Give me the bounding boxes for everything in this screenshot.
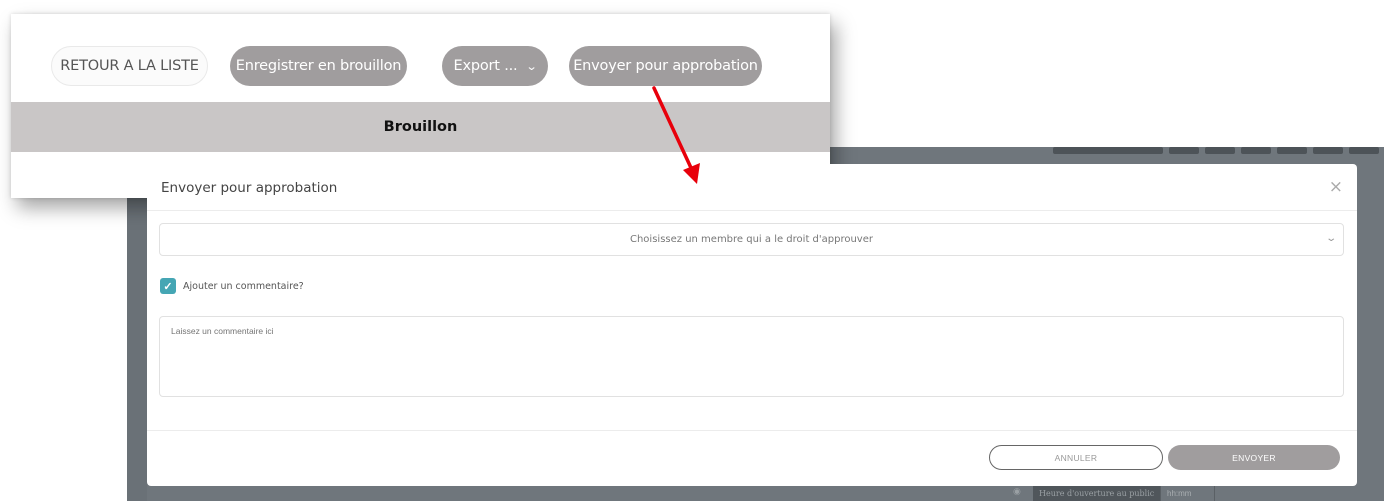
add-comment-toggle[interactable]: ✓ Ajouter un commentaire? [160, 278, 304, 294]
cancel-button[interactable]: ANNULER [989, 445, 1163, 470]
background-toolbar-button [1169, 147, 1199, 154]
send-button[interactable]: ENVOYER [1168, 445, 1340, 470]
screenshot-stage: TE ◉ Heure d'ouverture au public hh:mm R… [0, 0, 1384, 501]
eye-icon: ◉ [1013, 486, 1021, 496]
modal-header-divider [147, 210, 1357, 211]
status-bar: Brouillon [11, 102, 830, 152]
background-toolbar-button [1313, 147, 1343, 154]
background-left-strip [127, 147, 147, 501]
add-comment-checkbox[interactable]: ✓ [160, 278, 176, 294]
chevron-down-icon: ⌄ [526, 60, 538, 73]
add-comment-label: Ajouter un commentaire? [183, 280, 304, 292]
background-toolbar-button [1053, 147, 1163, 154]
comment-textarea[interactable] [159, 316, 1344, 397]
status-label: Brouillon [383, 119, 458, 135]
background-toolbar-button [1349, 147, 1379, 154]
background-toolbar-button [1277, 147, 1307, 154]
close-icon[interactable]: × [1329, 179, 1343, 196]
approval-modal: Envoyer pour approbation × Choisissez un… [147, 164, 1357, 486]
modal-title: Envoyer pour approbation [161, 180, 338, 196]
send-for-approval-button[interactable]: Envoyer pour approbation [569, 46, 762, 86]
chevron-down-icon: ⌄ [1324, 233, 1337, 244]
export-dropdown-button[interactable]: Export ... ⌄ [442, 46, 548, 86]
save-draft-button[interactable]: Enregistrer en brouillon [230, 46, 407, 86]
background-toolbar-button [1205, 147, 1235, 154]
approver-select[interactable]: Choisissez un membre qui a le droit d'ap… [159, 223, 1344, 256]
back-to-list-button[interactable]: RETOUR A LA LISTE [51, 46, 208, 86]
approver-select-placeholder: Choisissez un membre qui a le droit d'ap… [629, 234, 873, 245]
background-toolbar-button [1241, 147, 1271, 154]
export-button-label: Export ... [453, 58, 518, 74]
background-field-label: Heure d'ouverture au public [1033, 486, 1161, 501]
background-time-field: hh:mm [1160, 486, 1215, 501]
modal-footer-divider [147, 430, 1357, 431]
